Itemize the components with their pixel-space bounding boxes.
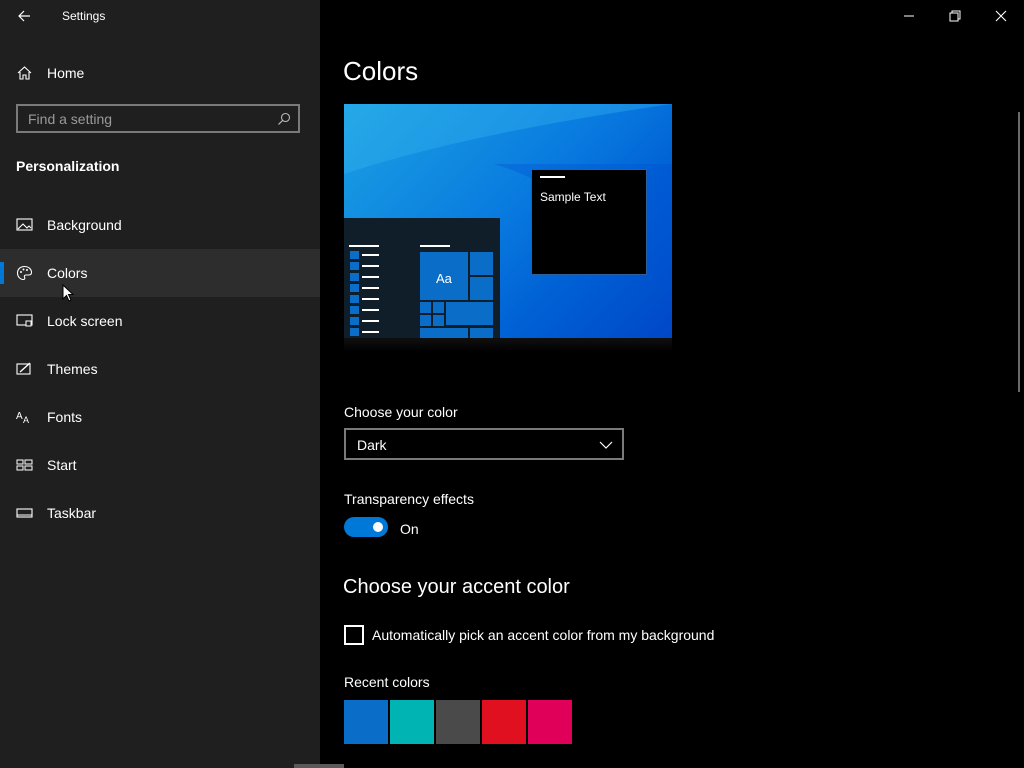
- color-swatch[interactable]: [482, 700, 526, 744]
- palette-icon: [16, 265, 33, 281]
- auto-accent-label: Automatically pick an accent color from …: [372, 627, 715, 643]
- home-nav-item[interactable]: Home: [0, 49, 320, 97]
- sidebar-item-label: Taskbar: [47, 505, 97, 521]
- page-title: Colors: [343, 56, 419, 86]
- sample-text: Sample Text: [540, 190, 606, 204]
- start-icon: [16, 457, 33, 473]
- sidebar-item-fonts[interactable]: AA Fonts: [0, 393, 320, 441]
- section-heading: Personalization: [16, 158, 120, 174]
- splitter-handle: [294, 764, 344, 768]
- color-swatch[interactable]: [390, 700, 434, 744]
- vertical-scrollbar[interactable]: [1018, 112, 1020, 392]
- window-preview: Sample Text: [531, 169, 647, 275]
- color-swatch[interactable]: [344, 700, 388, 744]
- choose-color-label: Choose your color: [344, 404, 458, 420]
- minimize-icon: [904, 15, 914, 17]
- sidebar-item-colors[interactable]: Colors: [0, 249, 320, 297]
- sidebar-item-themes[interactable]: Themes: [0, 345, 320, 393]
- search-icon[interactable]: [277, 112, 291, 126]
- sidebar-item-label: Background: [47, 217, 122, 233]
- sidebar-item-label: Start: [47, 457, 77, 473]
- start-menu-preview: Aa: [344, 218, 500, 338]
- toggle-knob: [373, 522, 383, 532]
- sidebar-item-taskbar[interactable]: Taskbar: [0, 489, 320, 537]
- restore-button[interactable]: [932, 0, 978, 32]
- fonts-icon: AA: [16, 409, 33, 425]
- search-box[interactable]: [16, 104, 300, 133]
- recent-colors-label: Recent colors: [344, 674, 430, 690]
- taskbar-icon: [16, 505, 33, 521]
- minimize-button[interactable]: [886, 0, 932, 32]
- back-arrow-icon: [18, 10, 30, 22]
- toggle-state: On: [400, 521, 419, 537]
- sidebar-item-label: Colors: [47, 265, 88, 281]
- choose-color-dropdown[interactable]: Dark: [344, 428, 624, 460]
- start-tiles-graphic: [349, 245, 493, 338]
- transparency-label: Transparency effects: [344, 491, 474, 507]
- svg-text:A: A: [23, 415, 29, 425]
- mouse-cursor-icon: [62, 284, 74, 302]
- color-swatch[interactable]: [436, 700, 480, 744]
- back-button[interactable]: [14, 6, 34, 26]
- sidebar-item-background[interactable]: Background: [0, 201, 320, 249]
- restore-icon: [949, 10, 961, 22]
- chevron-down-icon: [599, 438, 613, 456]
- picture-icon: [16, 217, 33, 233]
- window-title-bar: [540, 176, 565, 178]
- brush-icon: [16, 361, 33, 377]
- sidebar-item-label: Lock screen: [47, 313, 123, 329]
- selection-indicator: [0, 262, 4, 284]
- svg-text:A: A: [16, 411, 23, 422]
- color-swatch[interactable]: [528, 700, 572, 744]
- tile-sample-text: Aa: [436, 271, 452, 286]
- transparency-toggle[interactable]: [344, 517, 388, 537]
- preview-shadow: [344, 338, 672, 352]
- close-icon: [995, 10, 1007, 22]
- sidebar: Settings Home Personalization Background…: [0, 0, 320, 768]
- dropdown-value: Dark: [357, 437, 387, 453]
- home-label: Home: [47, 65, 85, 81]
- app-title: Settings: [62, 9, 106, 23]
- sidebar-item-label: Fonts: [47, 409, 83, 425]
- sidebar-item-lock-screen[interactable]: Lock screen: [0, 297, 320, 345]
- close-button[interactable]: [978, 0, 1024, 32]
- sidebar-item-start[interactable]: Start: [0, 441, 320, 489]
- accent-heading: Choose your accent color: [343, 576, 570, 598]
- home-icon: [16, 65, 33, 81]
- search-input[interactable]: [18, 106, 298, 131]
- theme-preview: Aa Sample Text: [344, 104, 672, 338]
- lock-screen-icon: [16, 313, 33, 329]
- auto-accent-checkbox[interactable]: [344, 625, 364, 645]
- sidebar-item-label: Themes: [47, 361, 98, 377]
